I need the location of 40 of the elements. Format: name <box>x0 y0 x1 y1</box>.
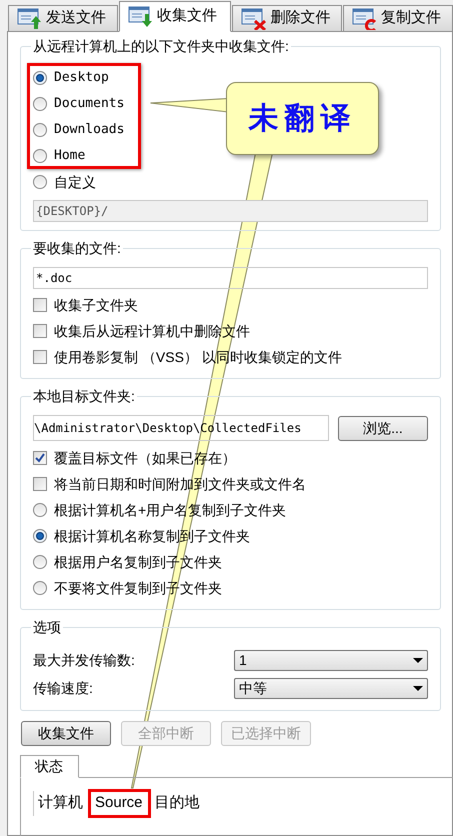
caret-icon <box>413 686 423 690</box>
field-label: 传输速度: <box>33 678 93 698</box>
pattern-field[interactable]: *.doc <box>33 267 428 289</box>
checkbox[interactable] <box>33 324 47 338</box>
column-header[interactable]: 计算机 <box>34 792 87 815</box>
option-label: Home <box>54 147 86 166</box>
option-label: 自定义 <box>54 172 96 192</box>
checkbox-label: 使用卷影复制 （VSS） 以同时收集锁定的文件 <box>54 348 342 366</box>
checkbox-label: 收集子文件夹 <box>54 296 138 314</box>
group-title: 从远程计算机上的以下文件夹中收集文件: <box>31 37 291 55</box>
checkbox[interactable] <box>33 477 47 491</box>
checkbox[interactable] <box>33 350 47 364</box>
group-title: 要收集的文件: <box>31 239 123 257</box>
option-label: 覆盖目标文件（如果已存在） <box>54 448 236 468</box>
window-download-icon <box>128 6 153 28</box>
browse-button[interactable]: 浏览... <box>338 416 428 440</box>
group-title: 选项 <box>31 618 63 636</box>
callout-text: 未翻译 <box>248 100 356 138</box>
option-label: Downloads <box>54 121 124 140</box>
field-label: 最大并发传输数: <box>33 650 135 670</box>
checkbox[interactable] <box>33 298 47 312</box>
group-title: 本地目标文件夹: <box>31 387 137 405</box>
tab[interactable]: 状态 <box>20 755 79 778</box>
option-label: Documents <box>54 95 124 114</box>
dropdown[interactable]: 中等 <box>234 678 428 698</box>
tab[interactable]: 发送文件 <box>8 5 118 32</box>
dropdown[interactable]: 1 <box>234 650 428 670</box>
checkbox[interactable] <box>33 451 47 465</box>
option-label: Desktop <box>54 69 109 88</box>
tab[interactable]: 收集文件 <box>118 1 232 32</box>
column-header[interactable]: 目的地 <box>150 792 204 815</box>
option-label: 根据计算机名称复制到子文件夹 <box>54 526 250 546</box>
tab[interactable]: 复制文件 <box>343 5 453 32</box>
window-upload-icon <box>17 8 42 30</box>
option-label: 不要将文件复制到子文件夹 <box>54 578 222 598</box>
caret-icon <box>413 658 423 662</box>
action-button[interactable]: 收集文件 <box>21 721 111 746</box>
window-delete-icon <box>241 8 266 30</box>
tab[interactable]: 删除文件 <box>232 5 342 32</box>
column-header[interactable]: Source <box>91 792 147 815</box>
